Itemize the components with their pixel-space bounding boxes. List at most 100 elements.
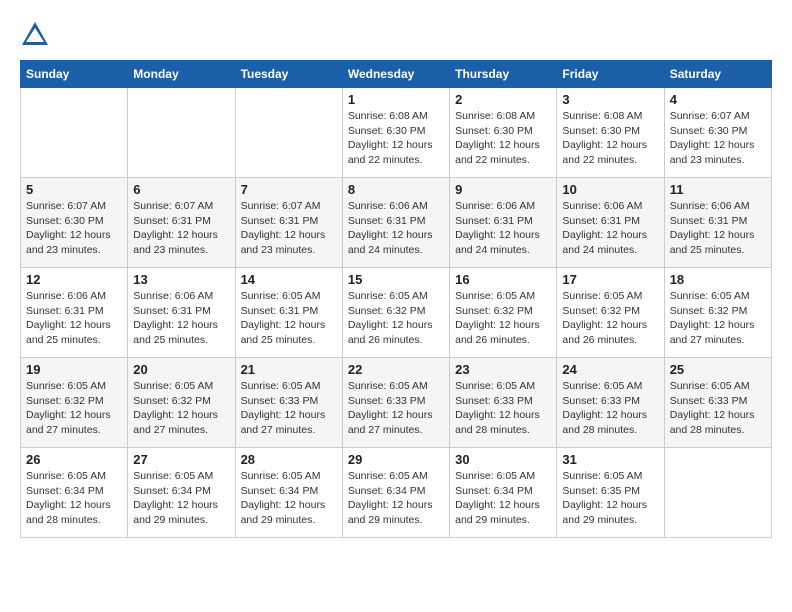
day-info: Sunrise: 6:05 AMSunset: 6:34 PMDaylight:… [26,469,122,528]
day-number: 20 [133,362,229,377]
calendar-cell: 9 Sunrise: 6:06 AMSunset: 6:31 PMDaylight… [450,178,557,268]
day-number: 29 [348,452,444,467]
day-number: 26 [26,452,122,467]
day-number: 17 [562,272,658,287]
day-number: 8 [348,182,444,197]
day-info: Sunrise: 6:08 AMSunset: 6:30 PMDaylight:… [455,109,551,168]
day-info: Sunrise: 6:05 AMSunset: 6:32 PMDaylight:… [455,289,551,348]
day-number: 18 [670,272,766,287]
day-info: Sunrise: 6:06 AMSunset: 6:31 PMDaylight:… [670,199,766,258]
calendar-cell: 2Sunrise: 6:08 AMSunset: 6:30 PMDaylight… [450,88,557,178]
weekday-header-sunday: Sunday [21,61,128,88]
day-info: Sunrise: 6:05 AMSunset: 6:33 PMDaylight:… [562,379,658,438]
day-number: 7 [241,182,337,197]
calendar-week-2: 5 Sunrise: 6:07 AMSunset: 6:30 PMDaylight… [21,178,772,268]
day-number: 28 [241,452,337,467]
day-number: 10 [562,182,658,197]
calendar-cell: 25Sunrise: 6:05 AMSunset: 6:33 PMDayligh… [664,358,771,448]
calendar-week-4: 19 Sunrise: 6:05 AMSunset: 6:32 PMDayligh… [21,358,772,448]
day-number: 30 [455,452,551,467]
day-number: 9 [455,182,551,197]
calendar-cell: 28 Sunrise: 6:05 AMSunset: 6:34 PMDayligh… [235,448,342,538]
calendar-cell: 22Sunrise: 6:05 AMSunset: 6:33 PMDayligh… [342,358,449,448]
day-info: Sunrise: 6:07 AMSunset: 6:30 PMDaylight:… [670,109,766,168]
day-number: 3 [562,92,658,107]
day-info: Sunrise: 6:05 AMSunset: 6:34 PMDaylight:… [348,469,444,528]
weekday-header-wednesday: Wednesday [342,61,449,88]
day-info: Sunrise: 6:05 AMSunset: 6:32 PMDaylight:… [133,379,229,438]
day-info: Sunrise: 6:07 AMSunset: 6:31 PMDaylight:… [241,199,337,258]
calendar-cell: 24 Sunrise: 6:05 AMSunset: 6:33 PMDayligh… [557,358,664,448]
calendar-cell: 12Sunrise: 6:06 AMSunset: 6:31 PMDayligh… [21,268,128,358]
day-number: 13 [133,272,229,287]
day-number: 6 [133,182,229,197]
calendar-cell: 23 Sunrise: 6:05 AMSunset: 6:33 PMDayligh… [450,358,557,448]
calendar-cell: 30 Sunrise: 6:05 AMSunset: 6:34 PMDayligh… [450,448,557,538]
calendar-cell: 13 Sunrise: 6:06 AMSunset: 6:31 PMDayligh… [128,268,235,358]
day-number: 15 [348,272,444,287]
day-number: 11 [670,182,766,197]
day-info: Sunrise: 6:06 AMSunset: 6:31 PMDaylight:… [133,289,229,348]
day-info: Sunrise: 6:05 AMSunset: 6:31 PMDaylight:… [241,289,337,348]
calendar-cell: 17Sunrise: 6:05 AMSunset: 6:32 PMDayligh… [557,268,664,358]
weekday-header-thursday: Thursday [450,61,557,88]
day-number: 1 [348,92,444,107]
day-number: 16 [455,272,551,287]
page-header [20,20,772,50]
calendar-cell: 5 Sunrise: 6:07 AMSunset: 6:30 PMDaylight… [21,178,128,268]
calendar-cell: 14 Sunrise: 6:05 AMSunset: 6:31 PMDayligh… [235,268,342,358]
calendar-cell: 10 Sunrise: 6:06 AMSunset: 6:31 PMDayligh… [557,178,664,268]
calendar-cell: 29 Sunrise: 6:05 AMSunset: 6:34 PMDayligh… [342,448,449,538]
day-info: Sunrise: 6:05 AMSunset: 6:34 PMDaylight:… [241,469,337,528]
day-info: Sunrise: 6:08 AMSunset: 6:30 PMDaylight:… [348,109,444,168]
calendar-cell [664,448,771,538]
day-number: 5 [26,182,122,197]
calendar-cell [235,88,342,178]
day-number: 21 [241,362,337,377]
calendar-cell: 18 Sunrise: 6:05 AMSunset: 6:32 PMDayligh… [664,268,771,358]
calendar-cell: 27Sunrise: 6:05 AMSunset: 6:34 PMDayligh… [128,448,235,538]
calendar-cell: 20 Sunrise: 6:05 AMSunset: 6:32 PMDayligh… [128,358,235,448]
day-info: Sunrise: 6:05 AMSunset: 6:34 PMDaylight:… [455,469,551,528]
day-info: Sunrise: 6:06 AMSunset: 6:31 PMDaylight:… [26,289,122,348]
calendar-week-3: 12Sunrise: 6:06 AMSunset: 6:31 PMDayligh… [21,268,772,358]
weekday-header-monday: Monday [128,61,235,88]
calendar-cell: 11 Sunrise: 6:06 AMSunset: 6:31 PMDayligh… [664,178,771,268]
day-info: Sunrise: 6:05 AMSunset: 6:33 PMDaylight:… [670,379,766,438]
day-info: Sunrise: 6:06 AMSunset: 6:31 PMDaylight:… [562,199,658,258]
calendar-table: SundayMondayTuesdayWednesdayThursdayFrid… [20,60,772,538]
calendar-cell: 3 Sunrise: 6:08 AMSunset: 6:30 PMDaylight… [557,88,664,178]
day-number: 31 [562,452,658,467]
day-number: 24 [562,362,658,377]
day-info: Sunrise: 6:05 AMSunset: 6:32 PMDaylight:… [670,289,766,348]
day-info: Sunrise: 6:05 AMSunset: 6:33 PMDaylight:… [241,379,337,438]
day-number: 23 [455,362,551,377]
day-info: Sunrise: 6:05 AMSunset: 6:33 PMDaylight:… [455,379,551,438]
header-row: SundayMondayTuesdayWednesdayThursdayFrid… [21,61,772,88]
calendar-cell: 21 Sunrise: 6:05 AMSunset: 6:33 PMDayligh… [235,358,342,448]
day-info: Sunrise: 6:08 AMSunset: 6:30 PMDaylight:… [562,109,658,168]
calendar-cell: 19 Sunrise: 6:05 AMSunset: 6:32 PMDayligh… [21,358,128,448]
day-info: Sunrise: 6:06 AMSunset: 6:31 PMDaylight:… [348,199,444,258]
calendar-cell: 4Sunrise: 6:07 AMSunset: 6:30 PMDaylight… [664,88,771,178]
weekday-header-saturday: Saturday [664,61,771,88]
calendar-cell: 7 Sunrise: 6:07 AMSunset: 6:31 PMDaylight… [235,178,342,268]
weekday-header-friday: Friday [557,61,664,88]
calendar-week-5: 26 Sunrise: 6:05 AMSunset: 6:34 PMDayligh… [21,448,772,538]
day-info: Sunrise: 6:07 AMSunset: 6:31 PMDaylight:… [133,199,229,258]
day-number: 14 [241,272,337,287]
calendar-cell: 16 Sunrise: 6:05 AMSunset: 6:32 PMDayligh… [450,268,557,358]
logo-icon [20,20,50,50]
calendar-cell: 15Sunrise: 6:05 AMSunset: 6:32 PMDayligh… [342,268,449,358]
day-info: Sunrise: 6:05 AMSunset: 6:33 PMDaylight:… [348,379,444,438]
calendar-cell [128,88,235,178]
day-info: Sunrise: 6:05 AMSunset: 6:34 PMDaylight:… [133,469,229,528]
calendar-cell: 8 Sunrise: 6:06 AMSunset: 6:31 PMDaylight… [342,178,449,268]
day-info: Sunrise: 6:07 AMSunset: 6:30 PMDaylight:… [26,199,122,258]
day-info: Sunrise: 6:06 AMSunset: 6:31 PMDaylight:… [455,199,551,258]
calendar-cell [21,88,128,178]
calendar-week-1: 1 Sunrise: 6:08 AMSunset: 6:30 PMDaylight… [21,88,772,178]
day-info: Sunrise: 6:05 AMSunset: 6:32 PMDaylight:… [26,379,122,438]
day-number: 19 [26,362,122,377]
day-info: Sunrise: 6:05 AMSunset: 6:35 PMDaylight:… [562,469,658,528]
